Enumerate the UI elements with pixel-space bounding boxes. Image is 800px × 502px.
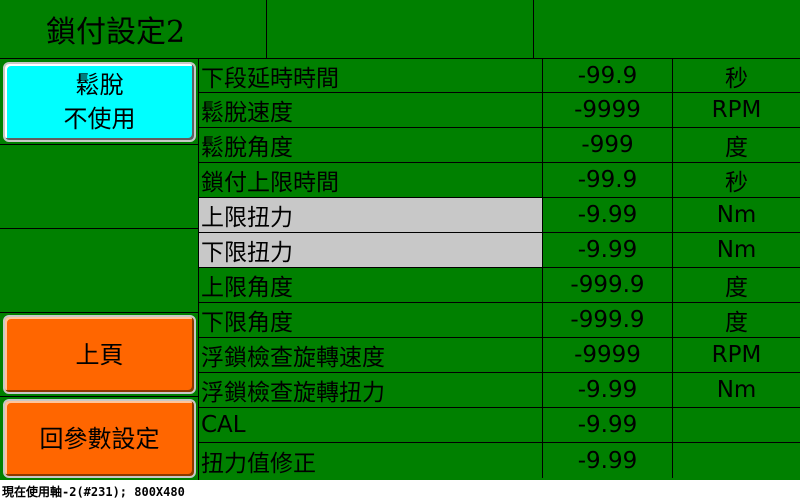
param-unit: Nm: [716, 202, 757, 228]
loosen-toggle-label: 鬆脫: [75, 71, 124, 99]
table-row[interactable]: 鬆脫角度 -999 度: [199, 128, 800, 163]
param-value[interactable]: -99.9: [543, 59, 673, 92]
param-unit: 度: [725, 135, 748, 161]
param-name: 鬆脫速度: [199, 93, 543, 127]
page-title: 鎖付設定2: [0, 0, 267, 59]
param-unit: RPM: [711, 342, 762, 368]
status-bar: 現在使用軸-2(#231); 800X480: [2, 485, 185, 499]
param-value[interactable]: -9999: [543, 338, 673, 372]
param-name: 浮鎖檢查旋轉速度: [199, 338, 543, 372]
param-unit: [673, 408, 800, 442]
table-row[interactable]: 下段延時時間 -99.9 秒: [199, 59, 800, 93]
table-row[interactable]: 下限扭力 -9.99 Nm: [199, 233, 800, 268]
table-row[interactable]: 下限角度 -999.9 度: [199, 303, 800, 338]
param-name: 浮鎖檢查旋轉扭力: [199, 373, 543, 407]
param-unit: 度: [725, 275, 748, 301]
param-name: 上限角度: [199, 268, 543, 302]
table-row[interactable]: CAL -9.99: [199, 408, 800, 443]
back-to-params-label: 回參數設定: [39, 424, 160, 453]
table-row[interactable]: 上限角度 -999.9 度: [199, 268, 800, 303]
param-name: 鎖付上限時間: [199, 163, 543, 197]
header-cell-blank: [267, 0, 534, 59]
table-row[interactable]: 浮鎖檢查旋轉扭力 -9.99 Nm: [199, 373, 800, 408]
param-unit: 度: [725, 310, 748, 336]
header-cell-blank-right: [534, 0, 800, 59]
side-cell-empty-1: [0, 145, 199, 229]
loosen-toggle-button[interactable]: 鬆脫 不使用: [3, 62, 196, 142]
table-row[interactable]: 扭力值修正 -9.99: [199, 443, 800, 478]
param-value[interactable]: -999.9: [543, 303, 673, 337]
param-name: 下段延時時間: [199, 59, 543, 92]
param-value[interactable]: -9.99: [543, 233, 673, 267]
param-unit: Nm: [716, 237, 757, 263]
table-row[interactable]: 上限扭力 -9.99 Nm: [199, 198, 800, 233]
table-row[interactable]: 浮鎖檢查旋轉速度 -9999 RPM: [199, 338, 800, 373]
param-name: 下限角度: [199, 303, 543, 337]
prev-page-button[interactable]: 上頁: [3, 315, 196, 394]
param-value[interactable]: -9.99: [543, 373, 673, 407]
back-to-params-button[interactable]: 回參數設定: [3, 399, 196, 478]
loosen-toggle-state: 不使用: [63, 105, 136, 133]
param-table: 下段延時時間 -99.9 秒 鬆脫速度 -9999 RPM 鬆脫角度 -999 …: [199, 59, 800, 478]
param-name: CAL: [199, 408, 543, 442]
param-value[interactable]: -9.99: [543, 443, 673, 478]
param-value[interactable]: -9.99: [543, 198, 673, 232]
param-name: 鬆脫角度: [199, 128, 543, 162]
hmi-screen: 鎖付設定2 鬆脫 不使用 上頁 回參數設定 下段延時時間 -99.9 秒 鬆脫速…: [0, 0, 800, 480]
table-row[interactable]: 鎖付上限時間 -99.9 秒: [199, 163, 800, 198]
param-name: 下限扭力: [199, 233, 543, 267]
param-value[interactable]: -9.99: [543, 408, 673, 442]
param-value[interactable]: -9999: [543, 93, 673, 127]
param-name: 上限扭力: [199, 198, 543, 232]
side-cell-empty-2: [0, 229, 199, 313]
param-unit: 秒: [725, 170, 748, 196]
param-unit: [673, 443, 800, 478]
param-name: 扭力值修正: [199, 443, 543, 478]
param-value[interactable]: -999: [543, 128, 673, 162]
param-unit: Nm: [716, 377, 757, 403]
table-row[interactable]: 鬆脫速度 -9999 RPM: [199, 93, 800, 128]
param-unit: 秒: [725, 65, 748, 92]
prev-page-label: 上頁: [75, 340, 124, 369]
param-value[interactable]: -99.9: [543, 163, 673, 197]
param-unit: RPM: [711, 97, 762, 123]
param-value[interactable]: -999.9: [543, 268, 673, 302]
